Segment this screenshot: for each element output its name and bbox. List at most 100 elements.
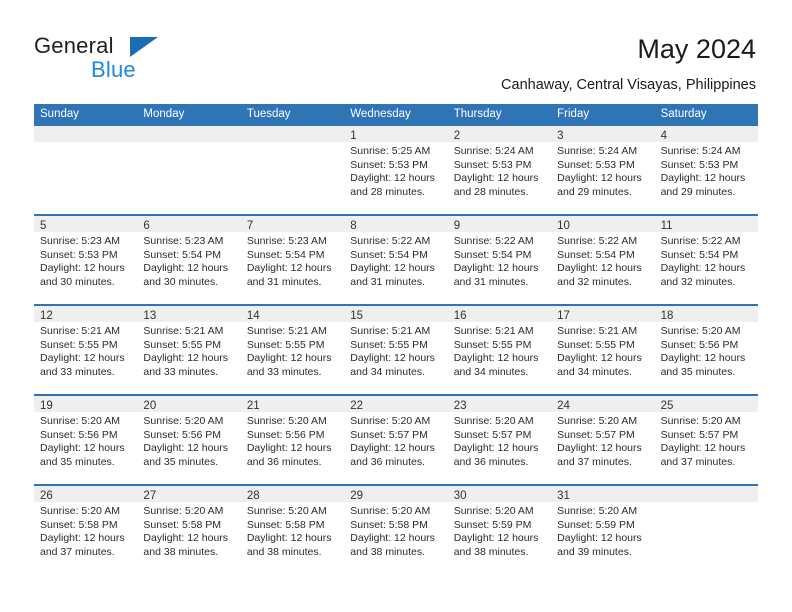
day-number: 17 [557,310,570,322]
day-number: 8 [350,220,357,232]
day-cell[interactable]: 15 Sunrise: 5:21 AM Sunset: 5:55 PM Dayl… [344,306,448,394]
daylight-text-line1: Daylight: 12 hours [350,352,435,365]
day-cell[interactable]: 20 Sunrise: 5:20 AM Sunset: 5:56 PM Dayl… [137,396,241,484]
day-cell[interactable]: 5 Sunrise: 5:23 AM Sunset: 5:53 PM Dayli… [34,216,138,304]
day-cell[interactable]: 11 Sunrise: 5:22 AM Sunset: 5:54 PM Dayl… [654,216,758,304]
weekday-header-thursday: Thursday [453,108,502,120]
day-cell[interactable]: 7 Sunrise: 5:23 AM Sunset: 5:54 PM Dayli… [240,216,345,304]
sunrise-text: Sunrise: 5:20 AM [453,505,534,517]
sunrise-text: Sunrise: 5:21 AM [143,325,224,337]
day-details: Sunrise: 5:20 AM Sunset: 5:59 PM Dayligh… [551,502,654,559]
day-number-band [34,126,138,142]
day-cell[interactable]: 10 Sunrise: 5:22 AM Sunset: 5:54 PM Dayl… [551,216,655,304]
sunset-text: Sunset: 5:55 PM [40,338,118,351]
day-cell[interactable]: 26 Sunrise: 5:20 AM Sunset: 5:58 PM Dayl… [34,486,138,574]
weekday-header-row: Sunday Monday Tuesday Wednesday Thursday… [34,104,758,124]
day-number: 18 [660,310,674,322]
day-number-band: 22 [344,396,448,412]
daylight-text-line2: and 34 minutes. [350,365,425,378]
day-cell[interactable]: 3 Sunrise: 5:24 AM Sunset: 5:53 PM Dayli… [551,126,655,214]
day-cell[interactable]: 30 Sunrise: 5:20 AM Sunset: 5:59 PM Dayl… [447,486,552,574]
daylight-text-line2: and 39 minutes. [557,545,632,558]
sunset-text: Sunset: 5:54 PM [246,248,325,261]
day-number-band: 14 [240,306,345,322]
day-cell[interactable]: 31 Sunrise: 5:20 AM Sunset: 5:59 PM Dayl… [551,486,655,574]
day-details: Sunrise: 5:21 AM Sunset: 5:55 PM Dayligh… [344,322,447,379]
day-cell[interactable]: 17 Sunrise: 5:21 AM Sunset: 5:55 PM Dayl… [551,306,655,394]
sunset-text: Sunset: 5:55 PM [557,338,635,351]
day-number-band: 13 [137,306,241,322]
day-cell[interactable]: 22 Sunrise: 5:20 AM Sunset: 5:57 PM Dayl… [344,396,448,484]
sunset-text: Sunset: 5:57 PM [453,428,532,441]
day-cell[interactable]: 14 Sunrise: 5:21 AM Sunset: 5:55 PM Dayl… [240,306,345,394]
day-number-band: 23 [447,396,552,412]
daylight-text-line2: and 36 minutes. [350,455,425,468]
day-details [655,502,758,505]
day-cell[interactable]: 4 Sunrise: 5:24 AM Sunset: 5:53 PM Dayli… [654,126,758,214]
day-number-band: 6 [137,216,241,232]
day-cell[interactable]: 18 Sunrise: 5:20 AM Sunset: 5:56 PM Dayl… [654,306,758,394]
day-number-band: 21 [240,396,345,412]
day-cell[interactable]: 29 Sunrise: 5:20 AM Sunset: 5:58 PM Dayl… [344,486,448,574]
day-cell[interactable] [240,126,345,214]
day-cell[interactable]: 24 Sunrise: 5:20 AM Sunset: 5:57 PM Dayl… [551,396,655,484]
day-cell[interactable]: 6 Sunrise: 5:23 AM Sunset: 5:54 PM Dayli… [137,216,241,304]
sunrise-text: Sunrise: 5:24 AM [557,145,638,157]
day-number-band: 9 [447,216,552,232]
day-number-band: 2 [447,126,552,142]
daylight-text-line1: Daylight: 12 hours [350,532,435,545]
daylight-text-line2: and 31 minutes. [350,275,425,288]
day-cell[interactable]: 13 Sunrise: 5:21 AM Sunset: 5:55 PM Dayl… [137,306,241,394]
sunrise-text: Sunrise: 5:25 AM [350,145,431,157]
page-title: May 2024 [637,34,756,64]
day-number: 1 [350,130,357,142]
day-cell[interactable]: 2 Sunrise: 5:24 AM Sunset: 5:53 PM Dayli… [447,126,552,214]
sunset-text: Sunset: 5:58 PM [350,518,428,531]
day-details: Sunrise: 5:20 AM Sunset: 5:58 PM Dayligh… [137,502,240,559]
day-details: Sunrise: 5:20 AM Sunset: 5:56 PM Dayligh… [137,412,240,469]
daylight-text-line2: and 35 minutes. [40,455,115,468]
day-number: 5 [40,220,47,232]
sunrise-text: Sunrise: 5:23 AM [143,235,224,247]
day-cell[interactable]: 28 Sunrise: 5:20 AM Sunset: 5:58 PM Dayl… [240,486,345,574]
day-cell[interactable]: 16 Sunrise: 5:21 AM Sunset: 5:55 PM Dayl… [447,306,552,394]
daylight-text-line2: and 33 minutes. [40,365,115,378]
day-number-band: 4 [654,126,758,142]
day-number-band: 19 [34,396,138,412]
brand-logo[interactable]: General Blue [34,33,214,85]
day-cell[interactable]: 12 Sunrise: 5:21 AM Sunset: 5:55 PM Dayl… [34,306,138,394]
daylight-text-line2: and 33 minutes. [143,365,219,378]
day-cell[interactable]: 25 Sunrise: 5:20 AM Sunset: 5:57 PM Dayl… [654,396,758,484]
sunrise-text: Sunrise: 5:24 AM [660,145,741,157]
day-number-band: 28 [240,486,345,502]
day-details: Sunrise: 5:25 AM Sunset: 5:53 PM Dayligh… [344,142,447,199]
sunset-text: Sunset: 5:55 PM [453,338,532,351]
daylight-text-line2: and 37 minutes. [40,545,115,558]
day-number-band [240,126,345,142]
day-cell[interactable]: 1 Sunrise: 5:25 AM Sunset: 5:53 PM Dayli… [344,126,448,214]
day-details: Sunrise: 5:20 AM Sunset: 5:56 PM Dayligh… [241,412,344,469]
day-number: 9 [453,220,461,232]
sunrise-text: Sunrise: 5:21 AM [453,325,534,337]
day-cell[interactable]: 8 Sunrise: 5:22 AM Sunset: 5:54 PM Dayli… [344,216,448,304]
day-number: 3 [557,130,564,142]
day-cell[interactable]: 27 Sunrise: 5:20 AM Sunset: 5:58 PM Dayl… [137,486,241,574]
day-cell[interactable] [137,126,241,214]
day-details [241,142,344,145]
day-number: 27 [143,490,157,502]
day-cell[interactable]: 23 Sunrise: 5:20 AM Sunset: 5:57 PM Dayl… [447,396,552,484]
day-cell[interactable] [34,126,138,214]
day-cell[interactable] [654,486,758,574]
daylight-text-line1: Daylight: 12 hours [557,532,642,545]
day-number-band: 20 [137,396,241,412]
day-cell[interactable]: 9 Sunrise: 5:22 AM Sunset: 5:54 PM Dayli… [447,216,552,304]
sunrise-text: Sunrise: 5:24 AM [453,145,534,157]
day-cell[interactable]: 19 Sunrise: 5:20 AM Sunset: 5:56 PM Dayl… [34,396,138,484]
daylight-text-line2: and 32 minutes. [660,275,736,288]
daylight-text-line2: and 36 minutes. [246,455,322,468]
day-cell[interactable]: 21 Sunrise: 5:20 AM Sunset: 5:56 PM Dayl… [240,396,345,484]
sunset-text: Sunset: 5:55 PM [350,338,428,351]
day-number: 28 [246,490,260,502]
daylight-text-line2: and 32 minutes. [557,275,632,288]
day-details: Sunrise: 5:20 AM Sunset: 5:57 PM Dayligh… [551,412,654,469]
